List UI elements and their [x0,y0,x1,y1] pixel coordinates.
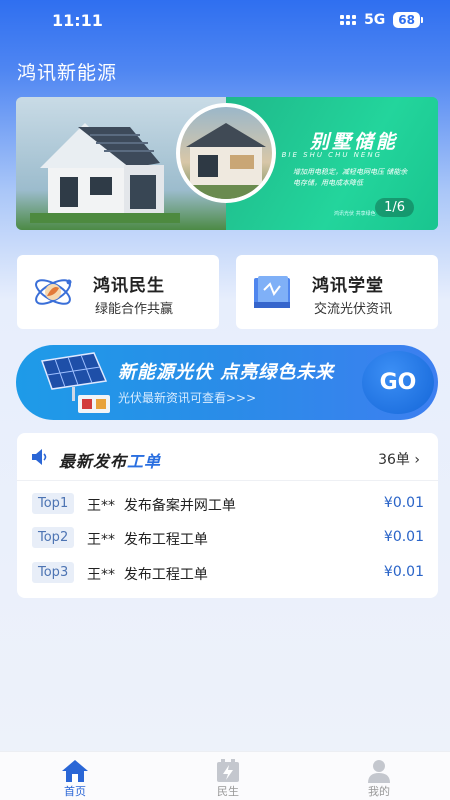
tab-label: 首页 [64,785,86,798]
rank-tag: Top2 [32,527,75,548]
tab-mine[interactable]: 我的 [339,752,419,800]
status-bar: 11:11 5G 68 [0,0,450,44]
banner-villa-image [176,103,276,203]
status-icons: 5G 68 [340,12,423,28]
home-icon [62,760,88,782]
promo-banner[interactable]: 新能源光伏 点亮绿色未来 光伏最新资讯可查看>>> GO [16,345,438,420]
book-icon [254,276,290,308]
tab-home[interactable]: 首页 [35,752,115,800]
house-illustration [30,123,180,223]
card-title: 鸿讯民生 [93,276,165,296]
network-label: 5G [364,12,386,28]
order-row[interactable]: Top3 王** 发布工程工单 ¥0.01 [32,562,424,584]
status-time: 11:11 [52,11,103,30]
promo-title: 新能源光伏 点亮绿色未来 [118,362,335,383]
card-xuetang[interactable]: 鸿讯学堂 交流光伏资讯 [236,255,438,329]
card-subtitle: 绿能合作共赢 [95,302,174,317]
banner-pager: 1/6 [375,198,414,217]
battery-icon: 68 [393,12,423,28]
order-row[interactable]: Top1 王** 发布备案并网工单 ¥0.01 [32,493,424,515]
card-subtitle: 交流光伏资讯 [314,302,393,317]
go-button[interactable]: GO [362,351,434,414]
banner-title: 别墅储能 [309,131,398,153]
order-price: ¥0.01 [383,529,424,545]
orders-header: 最新发布工单 36单 › [17,433,438,481]
signal-icon [340,15,357,25]
tab-minsheng[interactable]: 民生 [188,752,268,800]
solar-panel-icon [40,352,110,413]
orders-title: 最新发布工单 [59,452,162,471]
banner-subtitle: BIE SHU CHU NENG [281,151,382,159]
lightning-battery-icon [217,759,239,782]
tab-label: 民生 [217,785,239,798]
card-minsheng[interactable]: 鸿讯民生 绿能合作共赢 [17,255,219,329]
banner-footnote: 鸿讯光伏 共享绿色 [334,211,376,217]
promo-subtitle[interactable]: 光伏最新资讯可查看>>> [118,389,256,406]
tab-label: 我的 [368,785,390,798]
rank-tag: Top3 [32,562,75,583]
user-icon [368,760,390,783]
order-price: ¥0.01 [383,564,424,580]
bottom-tab-bar: 首页 民生 我的 [0,751,450,800]
order-row[interactable]: Top2 王** 发布工程工单 ¥0.01 [32,527,424,549]
rank-tag: Top1 [32,493,75,514]
app-title: 鸿讯新能源 [17,62,118,84]
order-price: ¥0.01 [383,495,424,511]
latest-orders-panel: 最新发布工单 36单 › Top1 王** 发布备案并网工单 ¥0.01 Top… [17,433,438,598]
card-title: 鸿讯学堂 [312,276,384,296]
speaker-icon [32,449,47,465]
atom-leaf-icon [35,279,72,305]
order-text: 王** 发布工程工单 [87,567,208,583]
order-text: 王** 发布备案并网工单 [87,498,236,514]
orders-count-link[interactable]: 36单 › [378,449,420,469]
banner-carousel[interactable]: 别墅储能 BIE SHU CHU NENG 增加用电稳定，减轻电网电压 储能余电… [16,97,438,230]
order-text: 王** 发布工程工单 [87,532,208,548]
chevron-right-icon: › [414,452,420,468]
banner-description: 增加用电稳定，减轻电网电压 储能余电存储，用电成本降低 [293,168,408,187]
